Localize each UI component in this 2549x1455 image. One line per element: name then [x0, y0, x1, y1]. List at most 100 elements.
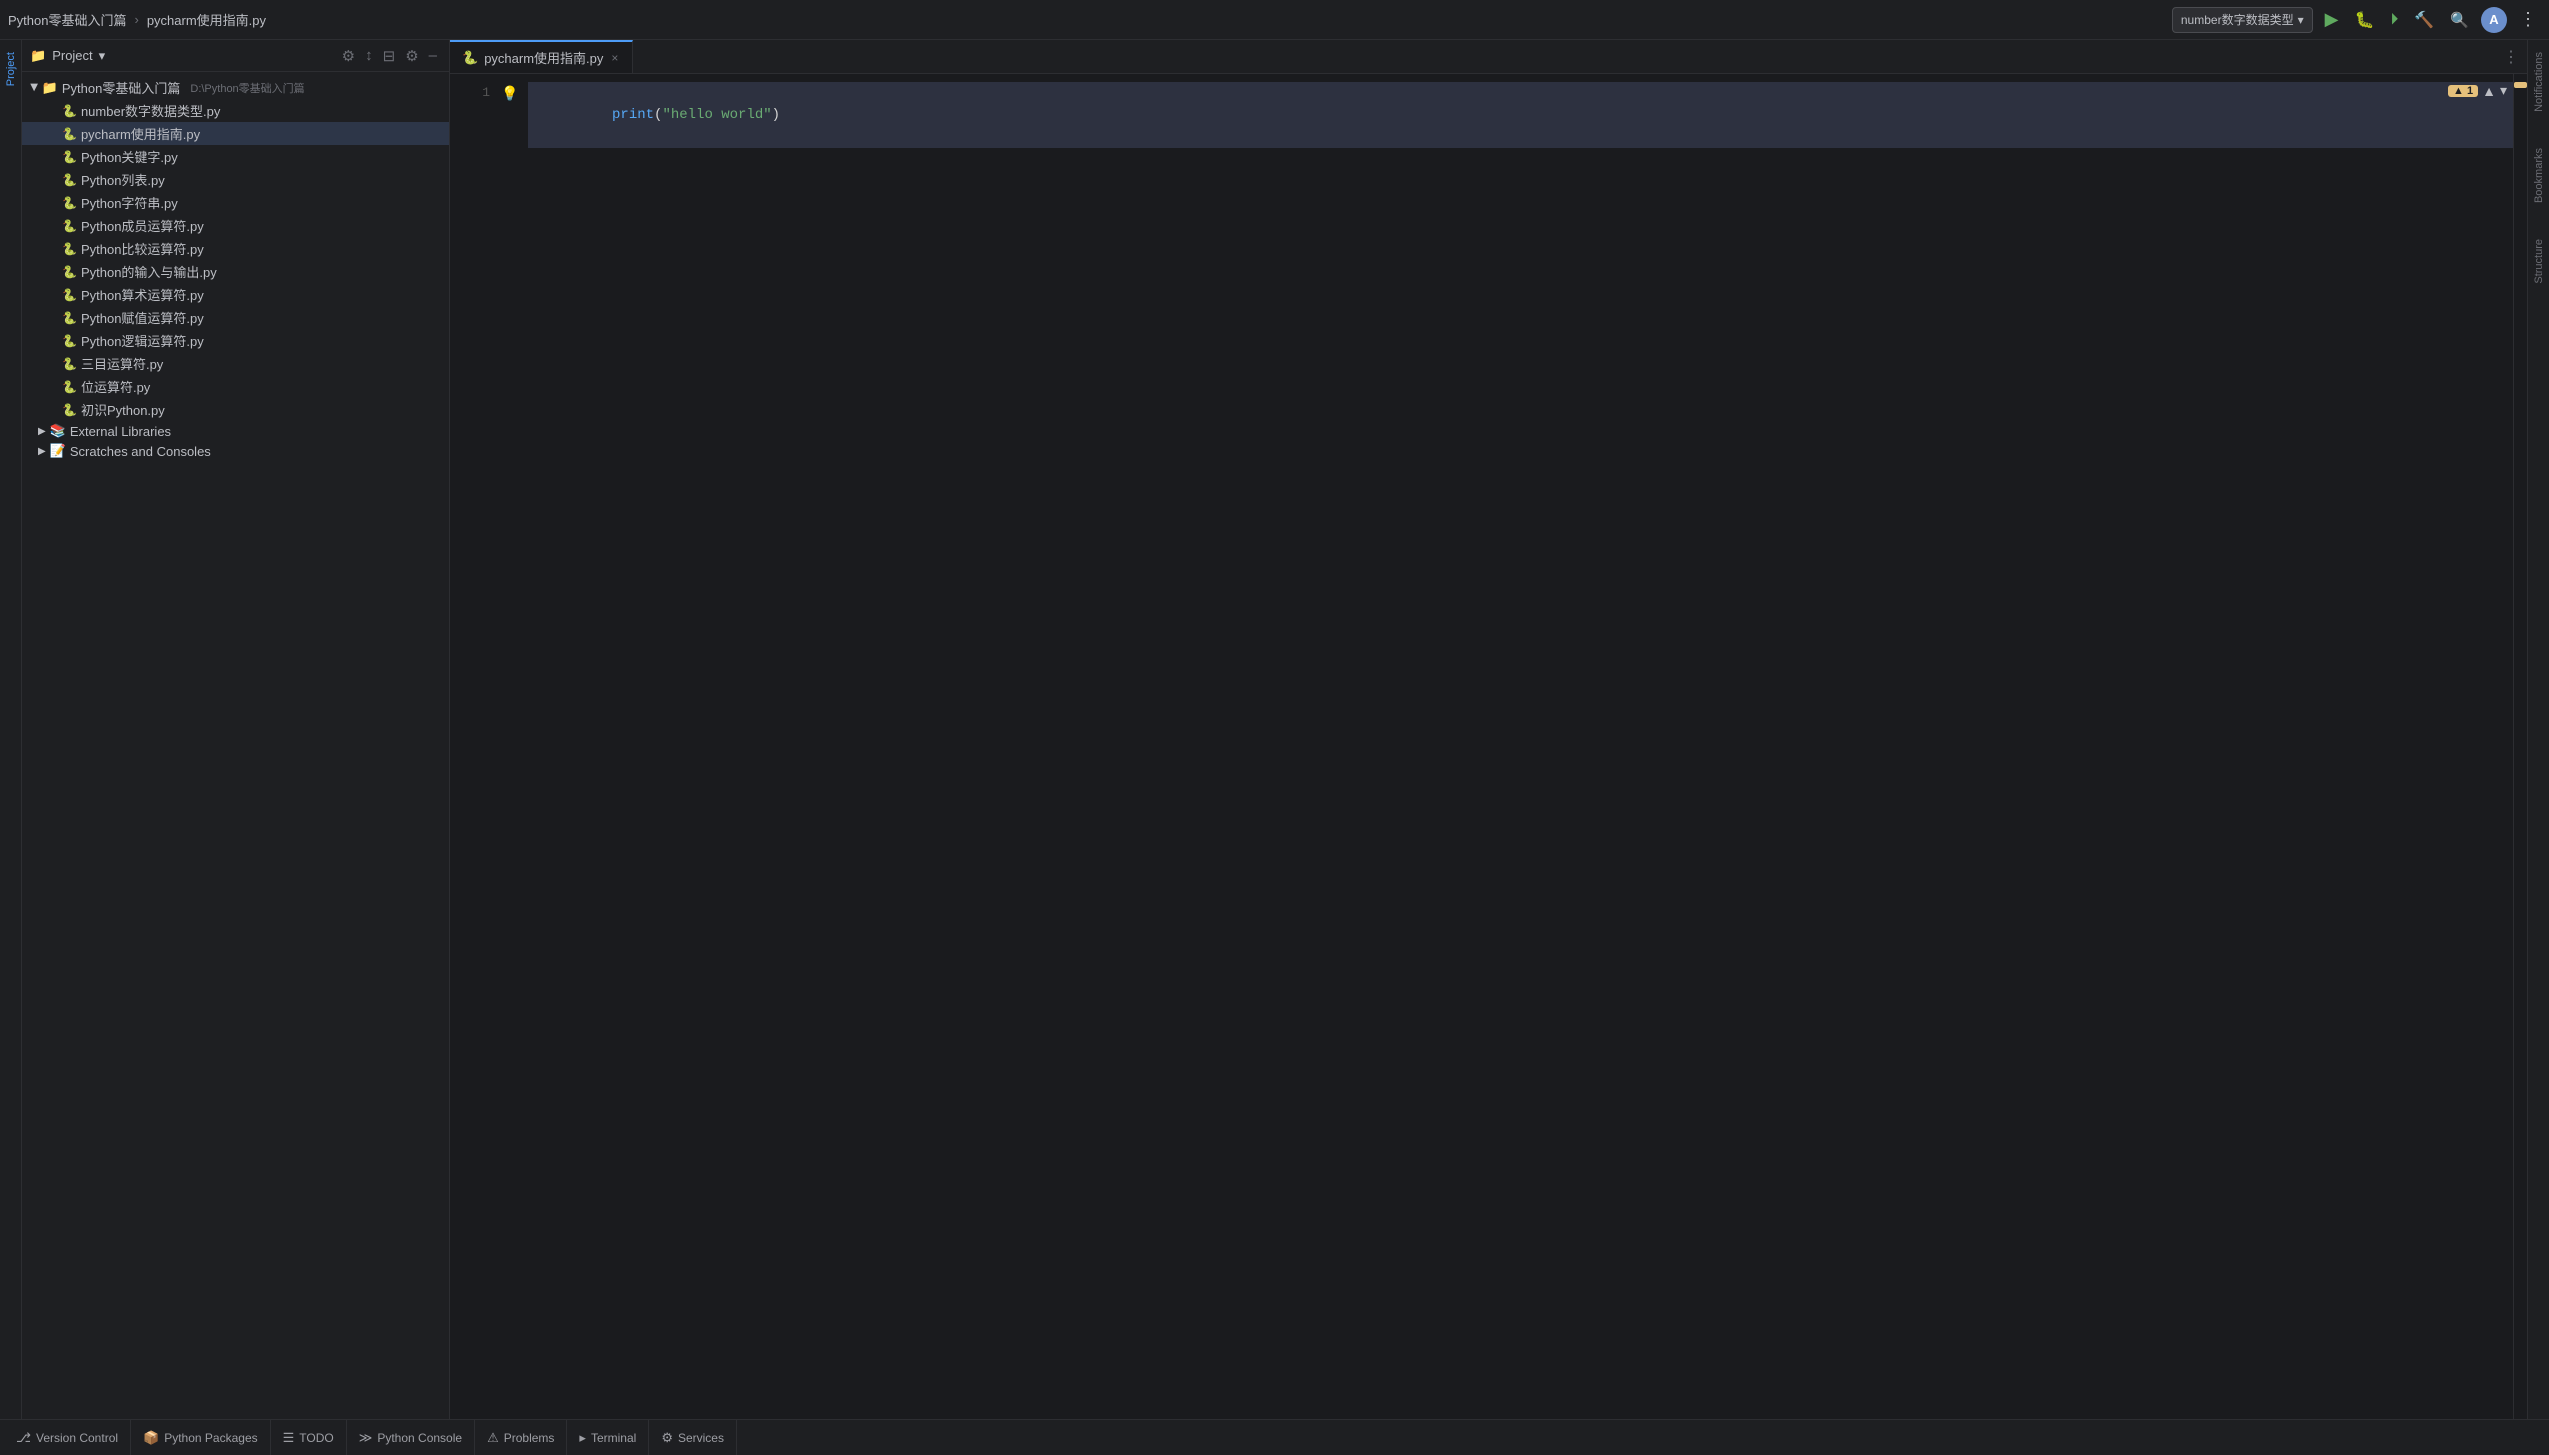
editor-tab-pycharm-guide[interactable]: 🐍 pycharm使用指南.py ×: [450, 40, 633, 73]
python-console-label: Python Console: [377, 1431, 462, 1445]
file-pycharm-guide[interactable]: 🐍 pycharm使用指南.py: [22, 122, 449, 145]
file-number[interactable]: 🐍 number数字数据类型.py: [22, 99, 449, 122]
project-panel-title: 📁 Project ▾: [30, 48, 105, 64]
py-file-icon: 🐍: [62, 104, 77, 118]
run-button[interactable]: ▶: [2321, 5, 2343, 34]
python-packages-icon: 📦: [143, 1430, 159, 1446]
root-folder-icon: 📁: [42, 80, 58, 96]
editor-area: 1 💡 print("hello world") ▲ 1 ▲ ▾: [450, 74, 2527, 1419]
panel-actions: ⚙ ↕ ⊟ ⚙ –: [338, 45, 441, 67]
file-comparison[interactable]: 🐍 Python比较运算符.py: [22, 237, 449, 260]
external-libraries[interactable]: ▶ 📚 External Libraries: [22, 421, 449, 441]
sort-icon-btn[interactable]: ↕: [361, 45, 377, 66]
problems-icon: ⚠: [487, 1430, 499, 1446]
minimize-icon-btn[interactable]: –: [425, 45, 441, 66]
file-name: Python的输入与输出.py: [81, 262, 217, 281]
tab-close-button[interactable]: ×: [609, 49, 620, 67]
bookmarks-tab-vertical[interactable]: Bookmarks: [2531, 140, 2547, 211]
file-name: Python逻辑运算符.py: [81, 331, 204, 350]
py-file-icon: 🐍: [62, 334, 77, 348]
py-file-icon: 🐍: [62, 403, 77, 417]
py-file-icon: 🐍: [62, 127, 77, 141]
file-name: 初识Python.py: [81, 400, 165, 419]
avatar[interactable]: A: [2481, 7, 2507, 33]
tree-root[interactable]: ▶ 📁 Python零基础入门篇 D:\Python零基础入门篇: [22, 76, 449, 99]
file-list[interactable]: 🐍 Python列表.py: [22, 168, 449, 191]
gear-icon-btn[interactable]: ⚙: [401, 45, 422, 67]
top-bar: Python零基础入门篇 › pycharm使用指南.py number数字数据…: [0, 0, 2549, 40]
file-intro-python[interactable]: 🐍 初识Python.py: [22, 398, 449, 421]
file-name: Python赋值运算符.py: [81, 308, 204, 327]
python-console-tab[interactable]: ≫ Python Console: [347, 1420, 475, 1455]
main-area: Project 📁 Project ▾ ⚙ ↕ ⊟ ⚙ – ▶ 📁 Python…: [0, 40, 2549, 1419]
terminal-icon: ▸: [579, 1430, 586, 1446]
settings-icon-btn[interactable]: ⚙: [338, 45, 359, 67]
more-actions-button[interactable]: ⋮: [2515, 5, 2541, 34]
project-dropdown-icon[interactable]: ▾: [99, 48, 106, 64]
line-numbers: 1: [450, 74, 500, 1419]
file-string[interactable]: 🐍 Python字符串.py: [22, 191, 449, 214]
file-name: Python列表.py: [81, 170, 165, 189]
breadcrumb-project[interactable]: Python零基础入门篇: [8, 10, 126, 29]
py-file-icon: 🐍: [62, 380, 77, 394]
services-tab[interactable]: ⚙ Services: [649, 1420, 737, 1455]
version-control-tab[interactable]: ⎇ Version Control: [4, 1420, 131, 1455]
project-panel: 📁 Project ▾ ⚙ ↕ ⊟ ⚙ – ▶ 📁 Python零基础入门篇 D…: [22, 40, 450, 1419]
warning-badge[interactable]: ▲ 1: [2448, 85, 2478, 97]
file-name: 位运算符.py: [81, 377, 150, 396]
run-config-chevron: ▾: [2298, 13, 2304, 27]
problems-tab[interactable]: ⚠ Problems: [475, 1420, 567, 1455]
file-name: number数字数据类型.py: [81, 101, 220, 120]
warning-nav-up[interactable]: ▲: [2482, 83, 2496, 99]
file-bitwise[interactable]: 🐍 位运算符.py: [22, 375, 449, 398]
notifications-tab-vertical[interactable]: Notifications: [2531, 44, 2547, 120]
scratches-label: Scratches and Consoles: [70, 444, 211, 459]
bottom-bar: ⎇ Version Control 📦 Python Packages ☰ TO…: [0, 1419, 2549, 1455]
file-name: Python比较运算符.py: [81, 239, 204, 258]
breadcrumb-separator: ›: [134, 12, 138, 27]
ext-lib-label: External Libraries: [70, 424, 171, 439]
code-editor[interactable]: print("hello world"): [520, 74, 2513, 1419]
file-keywords[interactable]: 🐍 Python关键字.py: [22, 145, 449, 168]
expand-icon: ▶: [38, 446, 46, 457]
file-io[interactable]: 🐍 Python的输入与输出.py: [22, 260, 449, 283]
tab-label: pycharm使用指南.py: [484, 48, 603, 67]
file-name: Python成员运算符.py: [81, 216, 204, 235]
structure-tab-vertical[interactable]: Structure: [2531, 231, 2547, 292]
file-logical[interactable]: 🐍 Python逻辑运算符.py: [22, 329, 449, 352]
code-line-1: print("hello world"): [528, 82, 2513, 148]
services-icon: ⚙: [661, 1430, 673, 1446]
left-sidebar-tabs: Project: [0, 40, 22, 1419]
todo-label: TODO: [299, 1431, 333, 1445]
terminal-tab[interactable]: ▸ Terminal: [567, 1420, 649, 1455]
file-ternary[interactable]: 🐍 三目运算符.py: [22, 352, 449, 375]
right-sidebar-tabs: Notifications Bookmarks Structure: [2527, 40, 2549, 1419]
ext-lib-icon: 📚: [50, 423, 66, 439]
editor-scroll-sidebar[interactable]: [2513, 74, 2527, 1419]
breadcrumb: Python零基础入门篇 › pycharm使用指南.py: [8, 10, 266, 29]
file-membership[interactable]: 🐍 Python成员运算符.py: [22, 214, 449, 237]
collapse-icon-btn[interactable]: ⊟: [379, 45, 400, 67]
todo-tab[interactable]: ☰ TODO: [271, 1420, 347, 1455]
build-button[interactable]: 🔨: [2410, 6, 2438, 34]
file-arithmetic[interactable]: 🐍 Python算术运算符.py: [22, 283, 449, 306]
tabs-more-button[interactable]: ⋮: [2495, 47, 2527, 67]
debug-button[interactable]: 🐛: [2350, 6, 2378, 34]
python-console-icon: ≫: [359, 1430, 373, 1446]
search-everywhere-button[interactable]: 🔍: [2446, 7, 2473, 33]
project-tab-vertical[interactable]: Project: [3, 44, 19, 94]
warning-nav-down[interactable]: ▾: [2500, 82, 2507, 99]
breadcrumb-file[interactable]: pycharm使用指南.py: [147, 10, 266, 29]
version-control-icon: ⎇: [16, 1430, 31, 1446]
scratches-consoles[interactable]: ▶ 📝 Scratches and Consoles: [22, 441, 449, 461]
expand-icon: ▶: [38, 426, 46, 437]
editor-tabs: 🐍 pycharm使用指南.py × ⋮: [450, 40, 2527, 74]
bulb-icon[interactable]: 💡: [500, 82, 520, 104]
services-label: Services: [678, 1431, 724, 1445]
problems-label: Problems: [504, 1431, 555, 1445]
close-paren: ): [772, 107, 780, 123]
run-config-dropdown[interactable]: number数字数据类型 ▾: [2172, 7, 2313, 33]
file-assignment[interactable]: 🐍 Python赋值运算符.py: [22, 306, 449, 329]
resume-button[interactable]: ⏵: [2386, 7, 2402, 33]
python-packages-tab[interactable]: 📦 Python Packages: [131, 1420, 271, 1455]
